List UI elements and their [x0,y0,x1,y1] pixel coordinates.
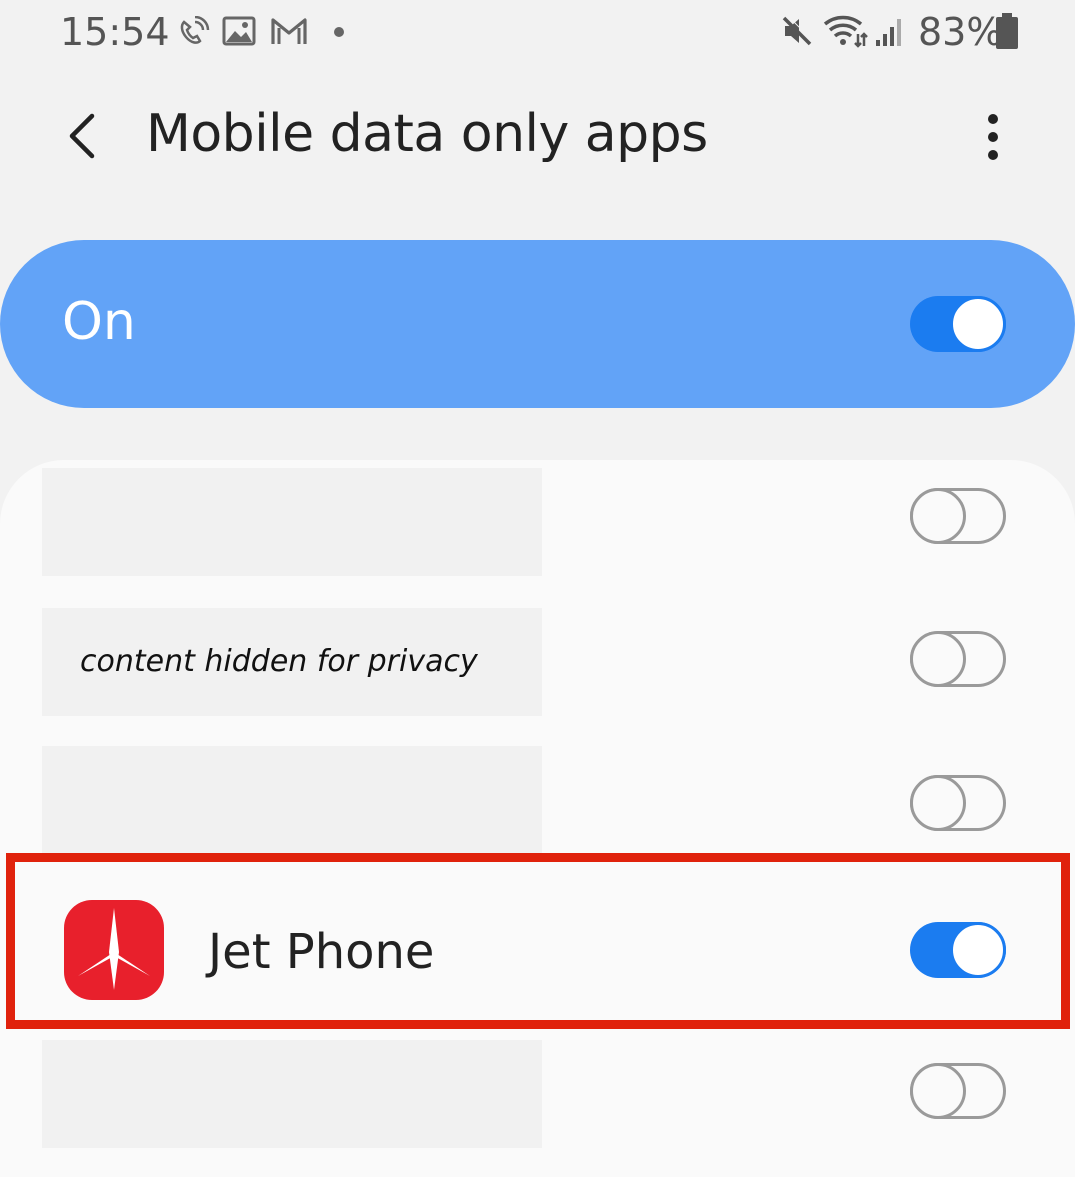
master-toggle-switch[interactable] [910,296,1006,352]
privacy-redaction [42,468,542,576]
jet-phone-app-icon [64,900,164,1000]
gmail-icon [271,18,307,44]
screen: 15:54 83% Mobile data only apps On conte… [0,0,1075,1177]
privacy-redaction [42,1040,542,1148]
list-item[interactable]: content hidden for privacy [0,604,1075,748]
master-switch-card[interactable]: On [0,240,1075,408]
battery-icon [996,13,1018,49]
more-options-button[interactable] [968,106,1020,166]
more-vertical-icon [988,114,998,124]
wifi-icon [823,15,868,48]
list-item-jet-phone[interactable]: Jet Phone [0,864,1075,1036]
toggle-knob [950,296,1006,352]
list-item[interactable] [0,460,1075,604]
app-toggle-switch[interactable] [910,488,1006,544]
master-switch-label: On [62,292,136,352]
toggle-knob [950,922,1006,978]
image-icon [222,16,256,46]
privacy-redaction: content hidden for privacy [42,608,542,716]
dot-icon [334,27,344,37]
app-toggle-switch[interactable] [910,922,1006,978]
list-item[interactable] [0,1036,1075,1177]
status-bar: 15:54 83% [0,0,1075,64]
privacy-redaction [42,746,542,854]
app-name: Jet Phone [208,924,435,980]
chevron-left-icon [69,113,95,159]
toggle-knob [910,631,966,687]
status-time: 15:54 [60,10,170,54]
signal-icon [876,19,901,46]
toggle-knob [910,488,966,544]
toggle-knob [910,775,966,831]
app-toggle-switch[interactable] [910,631,1006,687]
privacy-note: content hidden for privacy [80,644,478,679]
toggle-knob [910,1063,966,1119]
page-title: Mobile data only apps [146,104,708,164]
back-button[interactable] [56,104,112,168]
app-toggle-switch[interactable] [910,1063,1006,1119]
app-list: content hidden for privacy Jet Phone [0,460,1075,1177]
call-icon [180,16,210,44]
battery-percentage: 83% [918,10,1003,54]
app-toggle-switch[interactable] [910,775,1006,831]
mute-icon [782,14,814,46]
